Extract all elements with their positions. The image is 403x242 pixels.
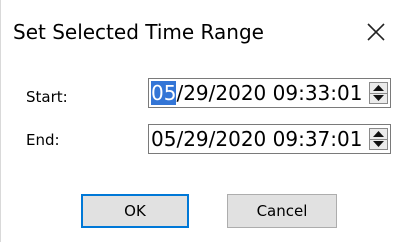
end-datetime-picker[interactable]: 05/29/2020 09:37:01 [148, 124, 391, 154]
close-icon [367, 23, 385, 41]
start-label: Start: [26, 88, 68, 106]
end-label: End: [26, 131, 60, 149]
spin-down-icon [373, 141, 384, 147]
end-spinner[interactable] [369, 128, 388, 150]
end-spin-down-button[interactable] [370, 139, 387, 149]
start-spinner[interactable] [369, 82, 388, 104]
start-datetime-picker[interactable]: 05/29/2020 09:33:01 [148, 78, 391, 108]
close-button[interactable] [358, 14, 394, 50]
end-datetime-value[interactable]: 05/29/2020 09:37:01 [151, 127, 362, 151]
start-datetime-value[interactable]: 05/29/2020 09:33:01 [151, 81, 362, 105]
cancel-button[interactable]: Cancel [227, 194, 337, 228]
start-datetime-rest[interactable]: /29/2020 09:33:01 [176, 81, 362, 105]
set-time-range-dialog: Set Selected Time Range Start: 05/29/202… [0, 0, 403, 242]
dialog-title: Set Selected Time Range [13, 20, 264, 44]
spin-down-icon [373, 95, 384, 101]
spin-up-icon [373, 131, 384, 137]
spin-up-icon [373, 85, 384, 91]
ok-button[interactable]: OK [81, 194, 189, 228]
start-month-segment-selected[interactable]: 05 [151, 81, 177, 105]
start-spin-down-button[interactable] [370, 93, 387, 103]
